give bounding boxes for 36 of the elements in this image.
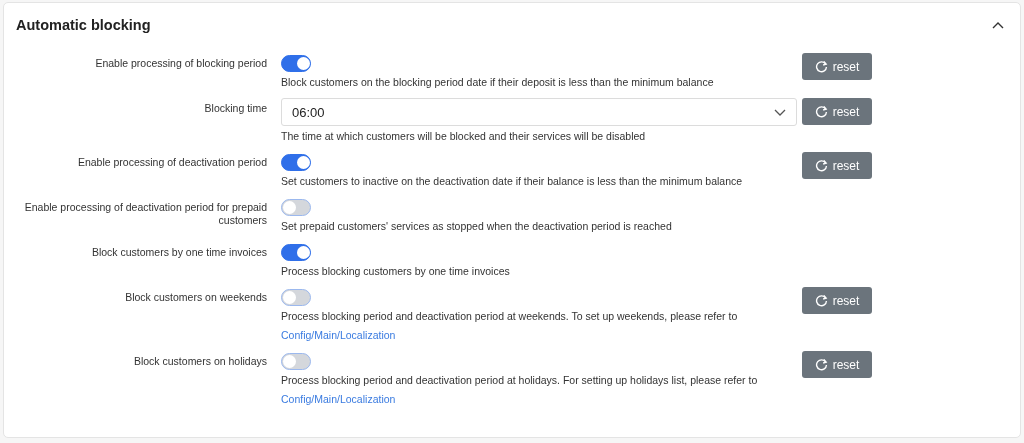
chevron-icon[interactable] [992, 21, 1004, 29]
toggle-switch[interactable] [281, 244, 311, 261]
setting-description: Set prepaid customers' services as stopped when the deactivation period is reached [281, 220, 672, 232]
setting-label: Enable processing of blocking period [94, 56, 267, 70]
reset-button[interactable]: reset [802, 98, 872, 125]
reset-icon [814, 294, 828, 307]
setting-description: Set customers to inactive on the deactivation date if their balance is less than the minimum balance [281, 175, 743, 187]
setting-label: Block customers by one time invoices [90, 245, 267, 259]
section-title: Automatic blocking [16, 17, 151, 33]
dropdown-caret-icon [774, 108, 786, 116]
time-select[interactable]: 06:00 [281, 98, 797, 126]
toggle-switch[interactable] [281, 289, 311, 306]
setting-description: Block customers on the blocking period date if their deposit is less than the minimum balance [281, 76, 714, 88]
reset-icon [814, 159, 828, 172]
toggle-switch[interactable] [281, 154, 311, 171]
setting-label: Blocking time [203, 101, 267, 115]
setting-description: Process blocking customers by one time invoices [281, 265, 510, 277]
setting-description: The time at which customers will be blocked and their services will be disabled [281, 130, 646, 142]
toggle-switch[interactable] [281, 353, 311, 370]
toggle-switch[interactable] [281, 199, 311, 216]
reset-icon [814, 358, 828, 371]
localization-link[interactable]: Config/Main/Localization [281, 393, 396, 405]
toggle-switch[interactable] [281, 55, 311, 72]
setting-label: Enable processing of deactivation period for prepaid customers [23, 200, 267, 227]
reset-icon [814, 60, 828, 73]
localization-link[interactable]: Config/Main/Localization [281, 329, 396, 341]
setting-label: Block customers on weekends [124, 290, 267, 304]
reset-button[interactable]: reset [802, 53, 872, 80]
setting-description: Process blocking period and deactivation period at weekends. To set up weekends, please refer to [281, 310, 738, 322]
reset-icon [814, 105, 828, 118]
setting-description: Process blocking period and deactivation period at holidays. For setting up holidays list, please refer to [281, 374, 758, 386]
reset-button[interactable]: reset [802, 287, 872, 314]
reset-button[interactable]: reset [802, 152, 872, 179]
setting-label: Enable processing of deactivation period [76, 155, 267, 169]
reset-button[interactable]: reset [802, 351, 872, 378]
setting-label: Block customers on holidays [132, 354, 267, 368]
